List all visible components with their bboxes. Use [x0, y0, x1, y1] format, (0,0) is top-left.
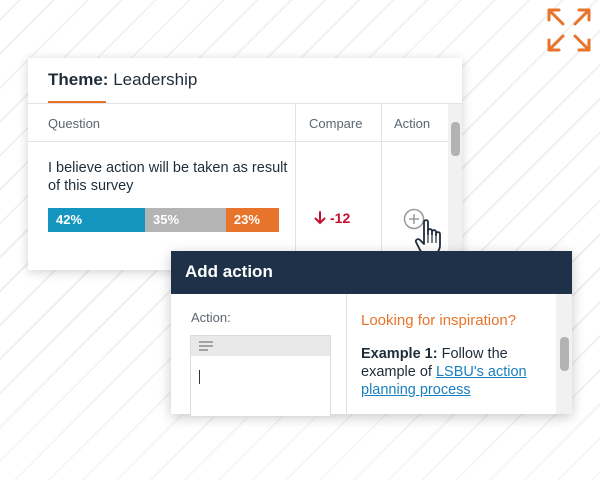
add-action-title: Add action [185, 262, 273, 281]
example-text: Example 1: Follow the example of LSBU's … [361, 345, 551, 399]
text-caret [199, 370, 200, 384]
bar-segment-neutral: 35% [145, 208, 226, 232]
theme-title-value: Leadership [113, 70, 198, 89]
bar-segment-positive: 42% [48, 208, 146, 232]
add-action-panel: Add action Action: Looking for inspirati… [171, 251, 572, 417]
brand-logo-icon [547, 8, 591, 52]
compare-value: -12 [314, 210, 350, 226]
scrollbar-thumb[interactable] [560, 337, 569, 371]
action-label: Action: [191, 310, 231, 325]
theme-card: Theme: Leadership Question Compare Actio… [28, 58, 462, 270]
arrow-down-icon [314, 211, 326, 225]
action-input-section: Action: [171, 294, 347, 417]
column-header-action: Action [394, 116, 431, 131]
scrollbar-thumb[interactable] [451, 122, 460, 156]
theme-title-prefix: Theme: [48, 70, 109, 89]
text-lines-icon[interactable] [199, 341, 213, 351]
column-divider [295, 104, 296, 270]
column-header-compare: Compare [309, 116, 363, 131]
segment-label-negative: 23% [233, 212, 260, 227]
inspiration-heading: Looking for inspiration? [361, 312, 517, 329]
segment-label-neutral: 35% [153, 212, 180, 227]
theme-header: Theme: Leadership [28, 58, 462, 104]
title-underline [48, 101, 106, 103]
example-label: Example 1: [361, 346, 438, 362]
question-text: I believe action will be taken as result… [48, 160, 288, 194]
response-bar: 42% 35% 23% [48, 208, 279, 232]
action-text-editor[interactable] [190, 335, 331, 417]
table-header: Question Compare Action [28, 104, 448, 142]
editor-toolbar [191, 336, 330, 356]
segment-label-positive: 42% [56, 212, 83, 227]
bar-segment-negative: 23% [225, 208, 279, 232]
column-header-question: Question [48, 116, 101, 131]
theme-title: Theme: Leadership [48, 70, 197, 90]
column-divider [381, 104, 382, 270]
compare-number: -12 [330, 210, 351, 226]
add-action-header: Add action [171, 251, 572, 294]
